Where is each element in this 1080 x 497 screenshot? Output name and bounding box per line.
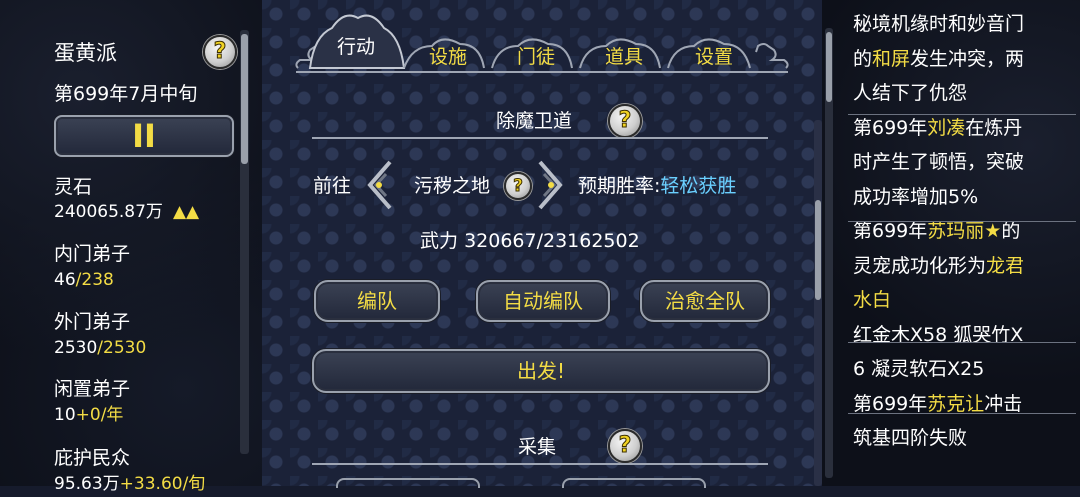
location-name: 污秽之地	[414, 175, 491, 197]
sect-name: 蛋黄派	[54, 41, 117, 65]
gather-option-button[interactable]	[336, 478, 480, 488]
sect-help-icon[interactable]: ?	[203, 35, 237, 69]
prev-location-arrow-icon[interactable]	[366, 160, 396, 210]
divider	[848, 114, 1076, 115]
tab-facilities[interactable]: 设施	[414, 38, 482, 74]
log-line: 成功率增加5%	[853, 185, 979, 208]
log-scrollbar-thumb[interactable]	[826, 32, 832, 102]
log-line: 的和屏发生冲突，两	[853, 47, 1025, 70]
demon-section-title: 除魔卫道	[496, 110, 573, 132]
pause-icon: II	[132, 117, 156, 155]
demon-help-icon[interactable]: ?	[608, 104, 642, 138]
log-line: 第699年刘凑在炼丹	[853, 116, 1023, 139]
spirit-stone-label: 灵石	[54, 176, 93, 198]
gather-help-icon[interactable]: ?	[608, 429, 642, 463]
idle-disciples-value: 10+0/年	[54, 405, 124, 425]
log-line: 红金木X58 狐哭竹X	[853, 323, 1024, 346]
spirit-stone-value: 240065.87万 ▲▲	[54, 202, 200, 222]
action-panel: 行动 设施 门徒 道具 设置 除魔卫道 ? 前往 污秽之地 ? 预期胜率:轻松获…	[262, 0, 822, 488]
divider	[312, 137, 768, 139]
formation-button[interactable]: 编队	[314, 280, 440, 322]
left-scrollbar[interactable]	[240, 30, 249, 454]
event-log: 秘境机缘时和妙音门 的和屏发生冲突，两 人结下了仇怨第699年刘凑在炼丹 时产生了顿悟…	[853, 7, 1073, 456]
protected-people-label: 庇护民众	[54, 447, 131, 469]
log-scrollbar[interactable]	[825, 28, 833, 478]
event-log-panel: 秘境机缘时和妙音门 的和屏发生冲突，两 人结下了仇怨第699年刘凑在炼丹 时产生了顿悟…	[822, 0, 1080, 486]
center-scrollbar-thumb[interactable]	[815, 200, 821, 300]
location-help-icon[interactable]: ?	[504, 172, 532, 200]
log-line: 第699年苏克让冲击	[853, 392, 1023, 415]
log-line: 6 凝灵软石X25	[853, 358, 985, 380]
log-line: 筑基四阶失败	[853, 427, 968, 449]
left-scrollbar-thumb[interactable]	[241, 34, 248, 164]
tab-disciples[interactable]: 门徒	[502, 38, 570, 74]
combat-power: 武力 320667/23162502	[420, 230, 640, 252]
pause-button[interactable]: II	[54, 115, 234, 157]
depart-button[interactable]: 出发!	[312, 349, 770, 393]
tab-action[interactable]: 行动	[324, 28, 388, 64]
outer-disciples-label: 外门弟子	[54, 311, 131, 333]
gather-option-button[interactable]	[562, 478, 706, 488]
idle-disciples-label: 闲置弟子	[54, 378, 131, 400]
inner-disciples-label: 内门弟子	[54, 243, 131, 265]
win-rate: 预期胜率:轻松获胜	[578, 175, 737, 197]
tab-settings[interactable]: 设置	[680, 38, 748, 74]
outer-disciples-value: 2530/2530	[54, 338, 147, 358]
divider	[848, 413, 1076, 414]
log-line: 灵宠成功化形为龙君	[853, 254, 1025, 277]
gather-section-title: 采集	[518, 436, 557, 458]
divider	[848, 221, 1076, 222]
inner-disciples-value: 46/238	[54, 270, 114, 290]
heal-all-button[interactable]: 治愈全队	[640, 280, 770, 322]
game-date: 第699年7月中旬	[54, 83, 198, 105]
tab-items[interactable]: 道具	[590, 38, 658, 74]
sect-status-panel: 蛋黄派 ? 第699年7月中旬 II 灵石 240065.87万 ▲▲ 内门弟子 …	[0, 0, 262, 494]
protected-people-value: 95.63万+33.60/旬	[54, 474, 206, 494]
log-line: 人结下了仇怨	[853, 82, 968, 104]
increase-arrows-icon: ▲▲	[172, 202, 200, 222]
auto-formation-button[interactable]: 自动编队	[476, 280, 610, 322]
log-line: 时产生了顿悟，突破	[853, 151, 1025, 173]
divider	[312, 463, 768, 465]
divider	[848, 342, 1076, 343]
center-scrollbar[interactable]	[814, 120, 822, 486]
log-line: 第699年苏玛丽★的	[853, 220, 1021, 242]
next-location-arrow-icon[interactable]	[534, 160, 564, 210]
goto-label: 前往	[313, 175, 352, 197]
log-line: 水白	[853, 289, 892, 311]
log-line: 秘境机缘时和妙音门	[853, 13, 1025, 35]
